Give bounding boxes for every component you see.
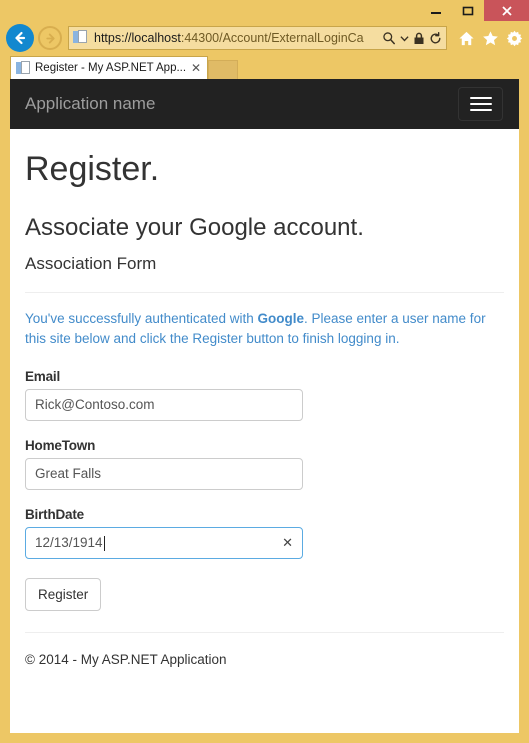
tab-strip: Register - My ASP.NET App... ✕ [0, 54, 529, 79]
minimize-icon [431, 11, 441, 14]
register-button[interactable]: Register [25, 577, 102, 611]
star-icon[interactable] [482, 30, 499, 47]
forward-arrow-icon [45, 33, 55, 43]
email-label: Email [25, 368, 61, 384]
search-icon[interactable] [382, 31, 396, 45]
birthdate-field[interactable]: 12/13/1914 ✕ [25, 526, 303, 559]
hamburger-menu-button[interactable] [458, 87, 503, 121]
form-title: Association Form [25, 253, 157, 273]
page-title: Register. [25, 150, 160, 188]
form-group-hometown: HomeTown Great Falls [25, 438, 504, 490]
close-button[interactable] [484, 0, 529, 21]
address-url-host: https://localhost [94, 31, 181, 45]
browser-action-icons [451, 30, 523, 47]
page-subtitle: Associate your Google account. [25, 214, 364, 242]
page-content: Register. Associate your Google account.… [10, 150, 519, 667]
content-divider [25, 292, 504, 294]
close-icon [501, 5, 512, 16]
window-controls [420, 0, 529, 22]
tab-register[interactable]: Register - My ASP.NET App... ✕ [10, 56, 208, 79]
info-message: You've successfully authenticated with G… [25, 309, 504, 348]
footer-divider [25, 631, 504, 633]
email-field[interactable]: Rick@Contoso.com [25, 388, 303, 421]
maximize-button[interactable] [452, 0, 484, 21]
tab-favicon [16, 61, 30, 75]
address-url: https://localhost:44300/Account/External… [94, 27, 378, 49]
minimize-button[interactable] [420, 0, 452, 21]
forward-button[interactable] [38, 26, 62, 50]
hamburger-icon-bar [469, 109, 492, 111]
browser-toolbar: https://localhost:44300/Account/External… [0, 22, 529, 54]
tab-close-icon[interactable]: ✕ [189, 62, 203, 74]
address-bar[interactable]: https://localhost:44300/Account/External… [68, 26, 447, 50]
browser-window: https://localhost:44300/Account/External… [0, 0, 529, 743]
back-arrow-icon [15, 31, 26, 45]
text-cursor [103, 536, 105, 552]
chevron-down-icon[interactable] [400, 34, 409, 43]
birthdate-label: BirthDate [25, 506, 84, 522]
title-bar [0, 0, 529, 22]
new-tab-button[interactable] [208, 60, 238, 79]
hometown-field[interactable]: Great Falls [25, 457, 303, 490]
info-message-before: You've successfully authenticated with [25, 311, 258, 327]
hometown-field-value: Great Falls [35, 465, 102, 481]
hamburger-icon-bar [469, 97, 492, 99]
page-viewport: Application name Register. Associate you… [10, 79, 519, 733]
address-url-path: :44300/Account/ExternalLoginCa [180, 31, 364, 45]
form-group-birthdate: BirthDate 12/13/1914 ✕ [25, 507, 504, 559]
maximize-icon [462, 6, 474, 15]
gear-icon[interactable] [506, 30, 523, 47]
footer-text: © 2014 - My ASP.NET Application [25, 651, 227, 667]
site-navbar: Application name [10, 79, 519, 129]
clear-input-icon[interactable]: ✕ [282, 528, 293, 558]
refresh-icon[interactable] [429, 31, 442, 45]
address-bar-icons [378, 31, 446, 45]
page-favicon [73, 30, 89, 46]
hamburger-icon-bar [469, 103, 492, 105]
birthdate-field-value: 12/13/1914 [35, 534, 103, 550]
hometown-label: HomeTown [25, 437, 96, 453]
home-icon[interactable] [458, 30, 475, 47]
email-field-value: Rick@Contoso.com [35, 396, 155, 412]
lock-icon[interactable] [413, 32, 425, 45]
form-group-email: Email Rick@Contoso.com [25, 369, 504, 421]
back-button[interactable] [6, 24, 34, 52]
tab-title: Register - My ASP.NET App... [35, 62, 187, 74]
navbar-brand[interactable]: Application name [25, 79, 155, 129]
info-message-provider: Google [257, 311, 304, 327]
